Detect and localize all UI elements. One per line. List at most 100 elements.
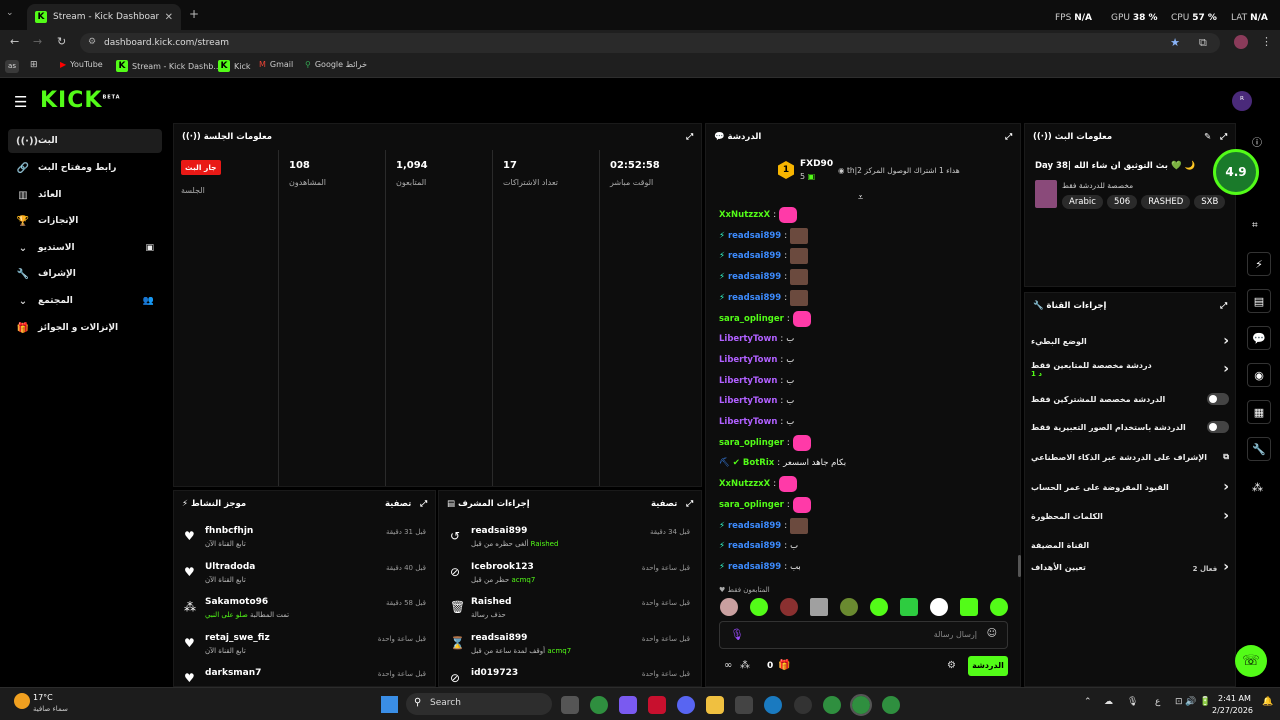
chat-button[interactable]: 💬 (1247, 326, 1271, 350)
emote-icon[interactable] (930, 598, 948, 616)
sidebar-item-studio[interactable]: ⌄ الاستديو ▣ (8, 236, 162, 260)
setting-chevron[interactable]: › (1223, 508, 1229, 524)
setting-chevron[interactable]: › (1223, 479, 1229, 495)
channel-setting-row[interactable]: الدردشة مخصصة للمشتركين فقط (1031, 386, 1229, 412)
expand-icon[interactable]: ⤢ (420, 499, 427, 509)
chat-username[interactable]: sara_oplinger (719, 500, 784, 510)
mod-action-item[interactable]: 🗑 Raished حذف رسالة قبل ساعة واحدة (444, 595, 696, 629)
bolt-button[interactable]: ⚡ (1247, 252, 1271, 276)
setting-chevron[interactable]: › (1223, 361, 1229, 377)
activity-user[interactable]: Ultradoda (205, 562, 255, 572)
tab-list-icon[interactable]: ⌄ (6, 8, 14, 18)
setting-toggle[interactable] (1207, 393, 1229, 405)
mod-action-user[interactable]: readsai899 (471, 633, 527, 643)
discord-icon[interactable] (677, 696, 695, 714)
chrome-icon[interactable] (882, 696, 900, 714)
tray-overflow-icon[interactable]: ⌃ (1084, 697, 1092, 707)
cloud-icon[interactable]: ☁ (1104, 697, 1113, 707)
close-tab-icon[interactable]: ✕ (165, 12, 173, 23)
emote-icon[interactable] (840, 598, 858, 616)
chat-username[interactable]: readsai899 (728, 293, 781, 303)
collapse-pinned-icon[interactable]: ⩡ (858, 193, 863, 203)
emote-icon[interactable] (810, 598, 828, 616)
apps-grid-icon[interactable]: ⊞ (30, 60, 38, 70)
chat-username[interactable]: sara_oplinger (719, 438, 784, 448)
activity-item[interactable]: ♥ Ultradoda تابع القناة الآن قبل 40 دقيقة (180, 560, 432, 594)
menu-icon[interactable]: ⋮ (1261, 35, 1272, 48)
hamburger-menu-icon[interactable]: ☰ (14, 93, 27, 111)
bookmark-star-icon[interactable]: ★ (1170, 36, 1180, 49)
clock-time[interactable]: 2:41 AM (1218, 694, 1251, 703)
chat-username[interactable]: XxNutzzxX (719, 479, 770, 489)
document-button[interactable]: ▤ (1247, 289, 1271, 313)
expand-icon[interactable]: ⤢ (1220, 301, 1227, 311)
activity-user[interactable]: darksman7 (205, 668, 261, 678)
chat-username[interactable]: LibertyTown (719, 334, 777, 344)
obs-icon[interactable] (794, 696, 812, 714)
channel-setting-row[interactable]: دردشة مخصصة للمتابعين فقط 1 د › (1031, 356, 1229, 382)
activity-user[interactable]: retaj_swe_fiz (205, 633, 270, 643)
broadcast-button[interactable]: ◉ (1247, 363, 1271, 387)
setting-chevron[interactable]: › (1223, 333, 1229, 349)
sidebar-item-stream[interactable]: ((·)) البث (8, 129, 162, 153)
mod-action-user[interactable]: Icebrook123 (471, 562, 534, 572)
mod-action-user[interactable]: Raished (471, 597, 511, 607)
mod-action-item[interactable]: ↺ readsai899 ألغى حظره من قبل Raished قبل 3… (444, 524, 696, 558)
chat-username[interactable]: LibertyTown (719, 396, 777, 406)
mod-action-user[interactable]: readsai899 (471, 526, 527, 536)
network-volume-icon[interactable]: ⊡ 🔊 🔋 (1175, 697, 1211, 707)
sidebar-item-moderation[interactable]: 🔧 الإشراف (8, 262, 162, 286)
back-icon[interactable]: ← (10, 35, 19, 48)
mod-action-item[interactable]: ⊘ Icebrook123 حظر من قبل acmq7 قبل ساعة واح… (444, 560, 696, 594)
sidebar-item-achievements[interactable]: 🏆 الإنجازات (8, 209, 162, 233)
setting-chevron[interactable]: فعال 2 › (1193, 559, 1229, 575)
emoji-icon[interactable]: ☺ (987, 628, 997, 639)
chat-username[interactable]: readsai899 (728, 231, 781, 241)
microphone-icon[interactable]: 🎙 (1127, 697, 1138, 707)
bookmark-youtube[interactable]: ▶ YouTube (60, 60, 103, 69)
taskbar-search[interactable]: ⚲ Search (406, 693, 552, 715)
channel-setting-row[interactable]: القيود المفروضة على عمر الحساب › (1031, 474, 1229, 500)
url-field[interactable]: ⚙ dashboard.kick.com/stream ★ (80, 33, 1220, 53)
language-indicator[interactable]: ع (1155, 697, 1160, 707)
channel-setting-row[interactable]: الوضع البطيء › (1031, 328, 1229, 354)
edge-icon[interactable] (764, 696, 782, 714)
chat-username[interactable]: LibertyTown (719, 376, 777, 386)
info-icon[interactable]: ⓘ (1252, 134, 1262, 149)
emote-icon[interactable] (990, 598, 1008, 616)
wrench-button[interactable]: 🔧 (1247, 437, 1271, 461)
copilot-icon[interactable] (619, 696, 637, 714)
store-icon[interactable] (735, 696, 753, 714)
chrome-icon[interactable] (823, 696, 841, 714)
sidebar-item-stream-key[interactable]: 🔗 رابط ومفتاح البث (8, 156, 162, 180)
extensions-icon[interactable]: ⧉ (1199, 36, 1207, 50)
channel-setting-row[interactable]: الإشراف على الدردشة عبر الذكاء الاصطناعي… (1031, 444, 1229, 470)
expand-icon[interactable]: ⤢ (1220, 132, 1227, 142)
activity-item[interactable]: ♥ fhnbcfhjn تابع القناة الآن قبل 31 دقيقة (180, 524, 432, 558)
sidebar-item-drops[interactable]: 🎁 الإنزالات و الجوائز (8, 316, 162, 340)
activity-item[interactable]: ♥ retaj_swe_fiz تابع القناة الآن قبل ساعة و… (180, 631, 432, 665)
emote-icon[interactable] (960, 598, 978, 616)
bookmark-gmail[interactable]: M Gmail (259, 60, 293, 69)
profile-avatar[interactable] (1234, 35, 1248, 49)
activity-filter-button[interactable]: تصفية (385, 499, 411, 509)
chat-username[interactable]: sara_oplinger (719, 314, 784, 324)
new-tab-icon[interactable]: + (189, 7, 199, 21)
chat-input-box[interactable]: 🎙 إرسال رسالة ☺ (719, 621, 1008, 649)
emote-icon[interactable] (750, 598, 768, 616)
expand-icon[interactable]: ⤢ (1005, 132, 1012, 142)
chat-username[interactable]: LibertyTown (719, 355, 777, 365)
chat-scrollbar[interactable] (1018, 555, 1021, 577)
chrome-icon[interactable] (590, 696, 608, 714)
mod-action-user[interactable]: id019723 (471, 668, 518, 678)
notification-bell-icon[interactable]: 🔔 (1262, 697, 1273, 707)
mod-filter-button[interactable]: تصفية (651, 499, 677, 509)
browser-tab[interactable]: K Stream - Kick Dashboard ✕ (27, 4, 181, 30)
taskview-icon[interactable] (561, 696, 579, 714)
site-info-icon[interactable]: ⚙ (88, 37, 96, 47)
crop-icon[interactable]: ⌗ (1252, 220, 1258, 231)
rating-badge[interactable]: 4.9 (1213, 149, 1259, 195)
adobe-icon[interactable] (648, 696, 666, 714)
setting-toggle[interactable] (1207, 421, 1229, 433)
profile-chip[interactable]: as (5, 60, 19, 73)
